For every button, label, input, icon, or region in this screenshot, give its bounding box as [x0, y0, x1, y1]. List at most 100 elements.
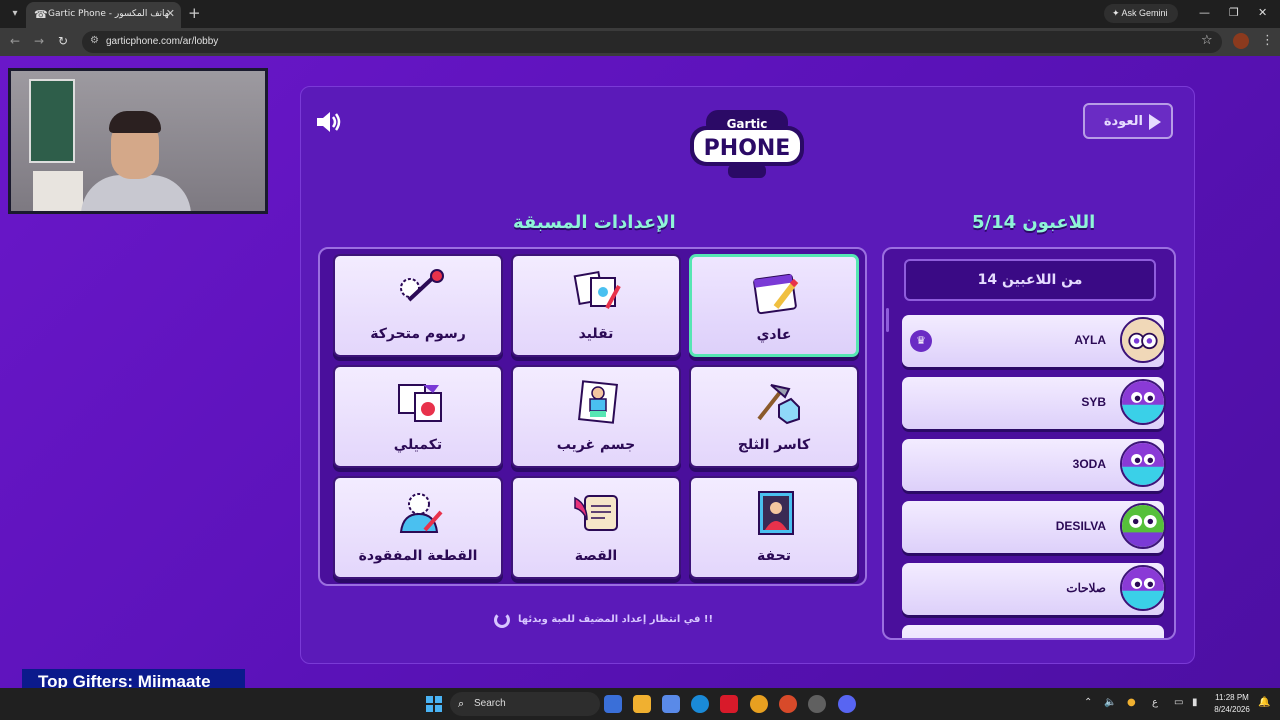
presets-title: الإعدادات المسبقة	[513, 212, 676, 233]
notifications-icon[interactable]: 🔔	[1258, 697, 1270, 708]
player-name: SYB	[1081, 395, 1106, 409]
forward-arrow-icon[interactable]: →	[34, 34, 44, 48]
discord-icon[interactable]	[838, 695, 856, 713]
players-panel: 14 من اللاعبين ♛ AYLA SYB 3ODA DESILVA ص…	[882, 247, 1176, 640]
preset-story[interactable]: القصة	[511, 476, 681, 579]
masterpiece-icon	[758, 491, 794, 535]
taskbar-search[interactable]: ⌕ Search	[450, 692, 600, 716]
sound-icon[interactable]	[315, 110, 343, 134]
task-view-icon[interactable]	[604, 695, 622, 713]
minimize-icon[interactable]: —	[1199, 6, 1210, 19]
tray-chevron-icon[interactable]: ⌃	[1084, 697, 1092, 708]
gartic-phone-logo: Gartic PHONE	[690, 110, 804, 178]
ask-gemini-button[interactable]: ✦ Ask Gemini	[1104, 4, 1178, 23]
preset-label: القطعة المفقودة	[358, 548, 478, 564]
player-avatar-icon	[1120, 503, 1166, 549]
loading-spinner-icon	[494, 612, 510, 628]
preset-normal[interactable]: عادي	[689, 254, 859, 357]
player-card: DESILVA	[902, 501, 1166, 553]
bookmark-star-icon[interactable]: ☆	[1201, 33, 1213, 48]
preset-imitation[interactable]: تقليد	[511, 254, 681, 357]
preset-icebreaker[interactable]: كاسر الثلج	[689, 365, 859, 468]
normal-icon	[753, 273, 799, 315]
players-capacity: 14 من اللاعبين	[904, 259, 1156, 301]
close-window-icon[interactable]: ✕	[1258, 6, 1267, 19]
preset-strange-body[interactable]: جسم غريب	[511, 365, 681, 468]
preset-label: تقليد	[578, 326, 614, 342]
webcam-person-hair	[109, 111, 161, 133]
preset-masterpiece[interactable]: تحفة	[689, 476, 859, 579]
webcam-overlay	[8, 68, 268, 214]
browser-tab[interactable]: ☎ Gartic Phone - الهاتف المكسور ✕	[26, 2, 181, 28]
imitation-icon	[573, 270, 621, 309]
preset-label: جسم غريب	[556, 437, 636, 453]
player-card: صلاحات	[902, 563, 1166, 615]
preset-label: كاسر الثلج	[737, 437, 811, 453]
host-crown-icon: ♛	[910, 330, 932, 352]
obs-icon[interactable]	[808, 695, 826, 713]
icebreaker-icon	[757, 384, 800, 425]
back-button[interactable]: العودة	[1083, 103, 1173, 139]
player-name: AYLA	[1074, 333, 1106, 347]
play-arrow-icon	[1149, 114, 1161, 130]
url-field[interactable]: ⚙ garticphone.com/ar/lobby	[82, 31, 1222, 53]
search-label: Search	[474, 698, 506, 709]
player-card-partial	[902, 625, 1164, 638]
menu-kebab-icon[interactable]: ⋮	[1261, 33, 1274, 48]
story-icon	[574, 495, 618, 531]
waiting-text: في انتظار إعداد المضيف للعبة وبدئها !!	[518, 614, 714, 625]
gartic-favicon-icon: ☎	[34, 8, 48, 21]
players-scrollbar[interactable]	[886, 308, 889, 332]
animation-icon	[400, 269, 444, 302]
taskbar-clock[interactable]: 11:28 PM 8/24/2026	[1210, 692, 1254, 716]
player-name: 3ODA	[1072, 457, 1106, 471]
reload-icon[interactable]: ↻	[58, 34, 68, 48]
speaker-icon[interactable]: 🔈	[1104, 697, 1116, 708]
restore-icon[interactable]: ❐	[1229, 6, 1239, 19]
back-label: العودة	[1103, 114, 1143, 129]
chrome-active-icon[interactable]	[779, 695, 797, 713]
battery-icon[interactable]: ▮	[1192, 697, 1198, 708]
edge-icon[interactable]	[691, 695, 709, 713]
network-icon[interactable]: ▭	[1174, 697, 1183, 708]
presets-panel: رسوم متحركة تقليد عادي تكميلي جسم غريب ك…	[318, 247, 867, 586]
tab-search-icon[interactable]: ▾	[6, 5, 24, 23]
close-tab-icon[interactable]: ✕	[166, 7, 175, 20]
url-text: garticphone.com/ar/lobby	[106, 36, 219, 47]
windows-taskbar: ⌕ Search ⌃ 🔈 ● ع ▭ ▮ 11:28 PM 8/24/2026 …	[0, 688, 1280, 720]
player-card: SYB	[902, 377, 1166, 429]
profile-avatar-icon[interactable]	[1233, 33, 1249, 49]
back-arrow-icon[interactable]: ←	[10, 34, 20, 48]
preset-label: القصة	[574, 548, 618, 564]
clock-date: 8/24/2026	[1214, 705, 1250, 714]
preset-label: رسوم متحركة	[370, 326, 466, 342]
player-name: صلاحات	[1066, 581, 1106, 595]
strange-body-icon	[578, 380, 618, 424]
players-title: اللاعبون 5/14	[972, 212, 1096, 233]
preset-label: عادي	[756, 327, 792, 343]
missing-piece-icon	[399, 493, 443, 533]
tab-title: Gartic Phone - الهاتف المكسور	[48, 9, 168, 19]
player-card: 3ODA	[902, 439, 1166, 491]
windows-start-icon[interactable]	[426, 696, 442, 712]
microphone-icon[interactable]: ●	[1127, 697, 1136, 708]
netflix-icon[interactable]	[720, 695, 738, 713]
preset-animation[interactable]: رسوم متحركة	[333, 254, 503, 357]
preset-label: تكميلي	[393, 437, 443, 453]
clock-time: 11:28 PM	[1215, 693, 1249, 702]
preset-complement[interactable]: تكميلي	[333, 365, 503, 468]
site-info-icon[interactable]: ⚙	[90, 35, 99, 46]
store-icon[interactable]	[662, 695, 680, 713]
language-indicator[interactable]: ع	[1152, 697, 1158, 708]
preset-label: تحفة	[757, 548, 791, 564]
webcam-shelf	[33, 171, 83, 211]
logo-main-text: PHONE	[704, 136, 791, 161]
chrome-icon[interactable]	[750, 695, 768, 713]
preset-missing-piece[interactable]: القطعة المفقودة	[333, 476, 503, 579]
search-icon: ⌕	[458, 697, 465, 710]
address-bar-row: ← → ↻ ⚙ garticphone.com/ar/lobby ☆ ⋮	[0, 28, 1280, 56]
complement-icon	[398, 384, 442, 422]
file-explorer-icon[interactable]	[633, 695, 651, 713]
player-avatar-icon	[1120, 379, 1166, 425]
new-tab-icon[interactable]: +	[188, 4, 201, 22]
